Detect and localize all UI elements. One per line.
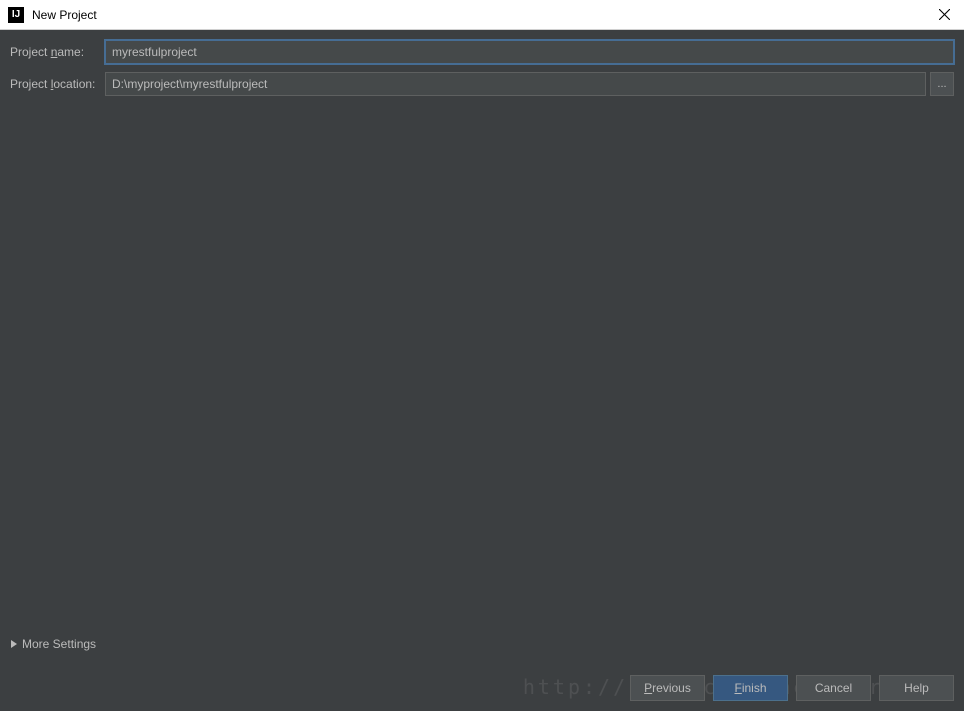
help-button[interactable]: Help — [879, 675, 954, 701]
project-location-label: Project location: — [10, 77, 105, 91]
titlebar: IJ New Project — [0, 0, 964, 30]
more-settings-toggle[interactable]: More Settings — [10, 637, 96, 651]
window-title: New Project — [32, 8, 932, 22]
previous-button[interactable]: Previous — [630, 675, 705, 701]
project-name-label: Project name: — [10, 45, 105, 59]
close-button[interactable] — [932, 3, 956, 27]
chevron-right-icon — [10, 640, 18, 648]
button-bar: Previous Finish Cancel Help — [630, 675, 954, 701]
project-location-row: Project location: ... — [10, 72, 954, 96]
close-icon — [939, 9, 950, 20]
cancel-button[interactable]: Cancel — [796, 675, 871, 701]
browse-button[interactable]: ... — [930, 72, 954, 96]
app-icon: IJ — [8, 7, 24, 23]
project-name-input[interactable] — [105, 40, 954, 64]
dialog-content: Project name: Project location: ... — [0, 30, 964, 114]
project-location-input[interactable] — [105, 72, 926, 96]
finish-button[interactable]: Finish — [713, 675, 788, 701]
more-settings-label: More Settings — [22, 637, 96, 651]
project-name-row: Project name: — [10, 40, 954, 64]
